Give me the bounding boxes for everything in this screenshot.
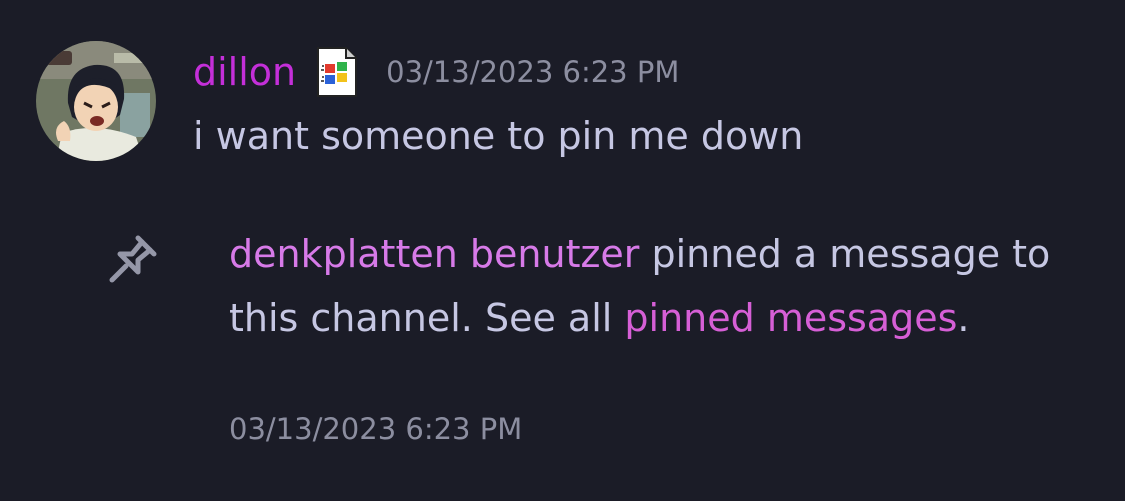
message-header: dillon 03/13/2023 6:23 PM (193, 44, 679, 100)
system-message-timestamp: 03/13/2023 6:23 PM (229, 412, 523, 446)
avatar-image (36, 41, 156, 161)
message-content: i want someone to pin me down (193, 114, 804, 158)
username[interactable]: dillon (193, 50, 296, 94)
windows-file-icon (316, 46, 358, 98)
system-message: denkplatten benutzer pinned a message to… (229, 222, 1089, 350)
system-message-period: . (957, 296, 970, 340)
avatar[interactable] (36, 41, 156, 161)
pin-icon (104, 232, 160, 288)
pinner-username[interactable]: denkplatten benutzer (229, 232, 639, 276)
pinned-messages-link[interactable]: pinned messages (624, 296, 957, 340)
message-timestamp: 03/13/2023 6:23 PM (386, 55, 680, 89)
chat-message: dillon 03/13/2023 6:23 PM i want someone… (0, 0, 1125, 200)
